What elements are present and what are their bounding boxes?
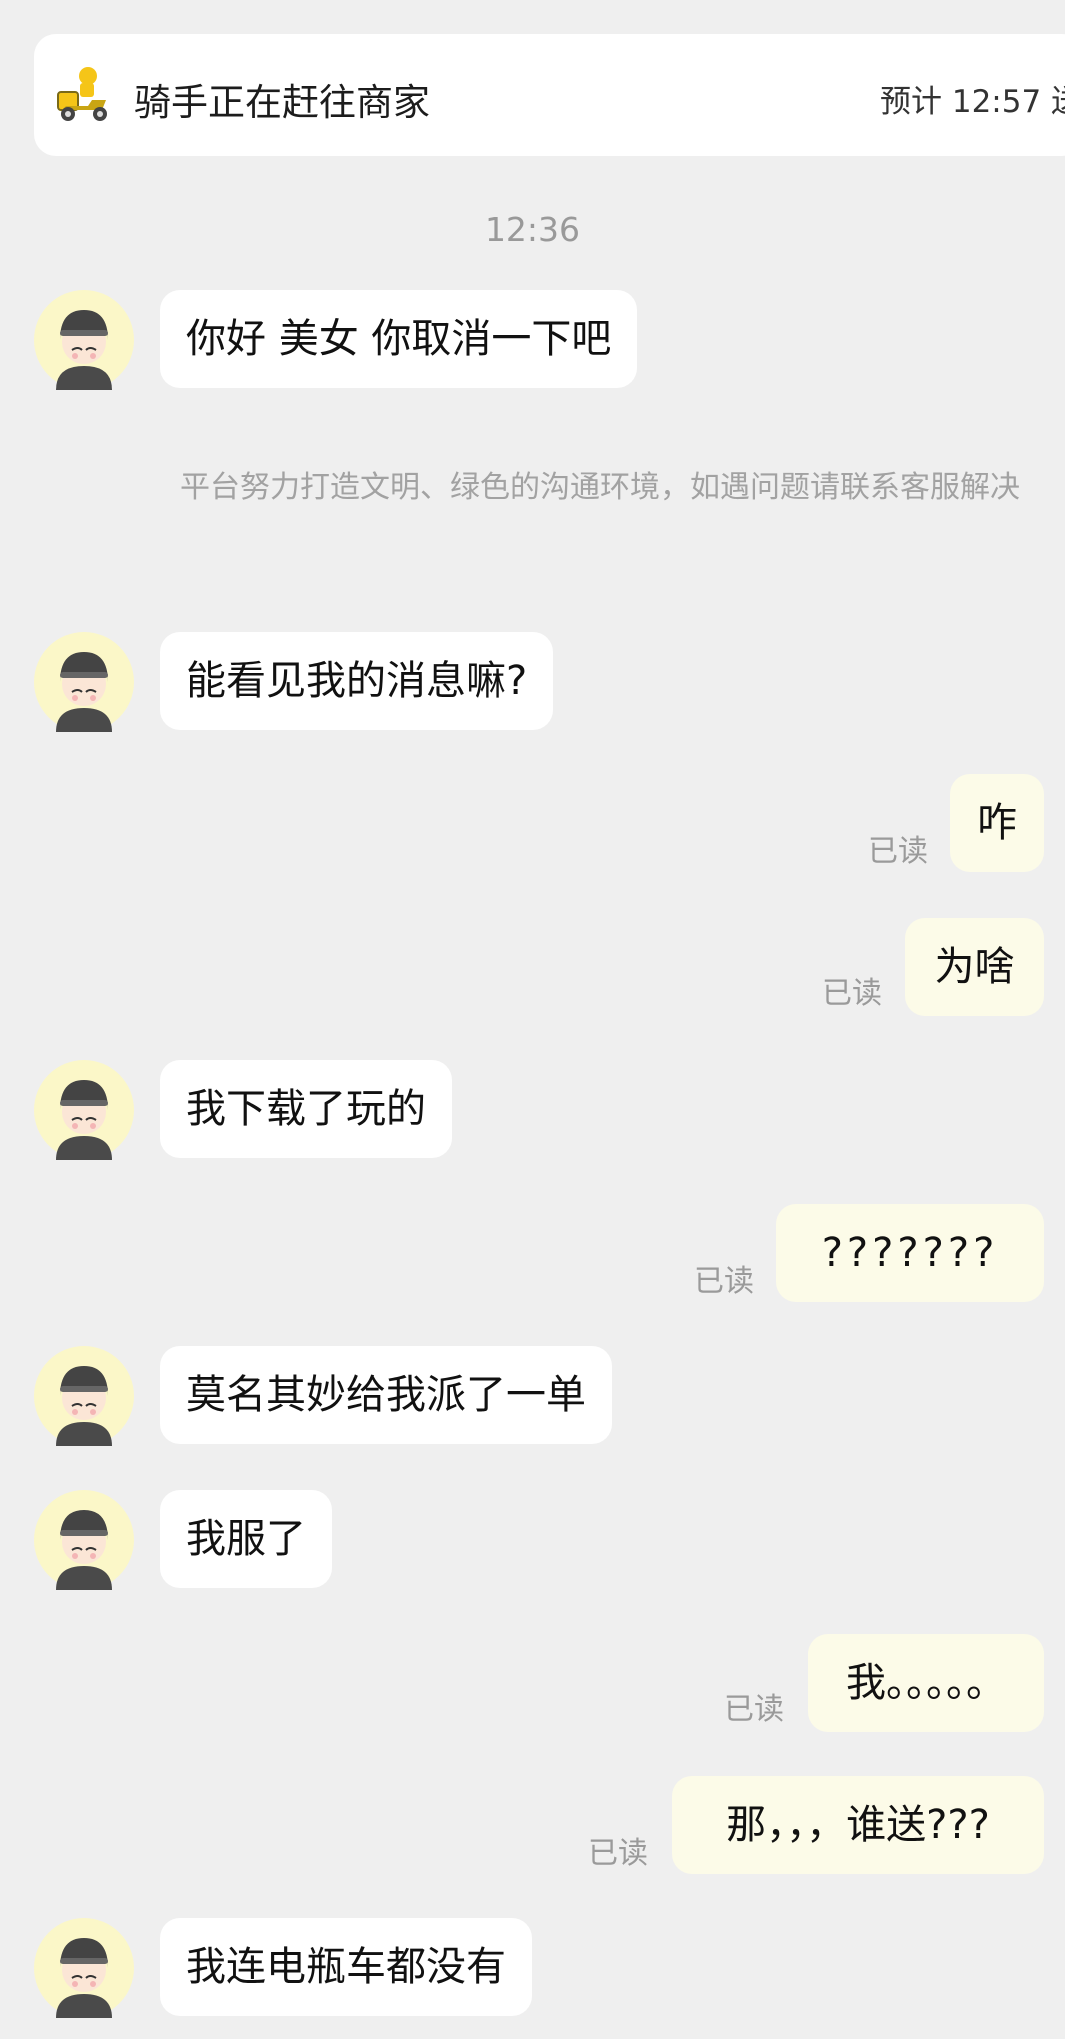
- delivery-eta: 预计 12:57 送: [880, 84, 1065, 120]
- platform-notice: 平台努力打造文明、绿色的沟通环境，如遇问题请联系客服解决: [180, 470, 1020, 505]
- rider-avatar[interactable]: [34, 1918, 134, 2018]
- rider-message: 能看见我的消息嘛?: [160, 632, 554, 730]
- delivery-status-title: 骑手正在赶往商家: [134, 81, 430, 124]
- my-message: ???????: [776, 1204, 1044, 1302]
- read-status: 已读: [694, 1264, 754, 1299]
- rider-avatar[interactable]: [34, 632, 134, 732]
- rider-scooter-icon: [57, 67, 107, 121]
- read-status: 已读: [822, 976, 882, 1011]
- read-status: 已读: [868, 834, 928, 869]
- my-message: 为啥: [905, 918, 1044, 1016]
- rider-avatar[interactable]: [34, 1490, 134, 1590]
- my-message: 我。。。。。: [808, 1634, 1044, 1732]
- rider-message: 我下载了玩的: [160, 1060, 452, 1158]
- read-status: 已读: [588, 1836, 648, 1871]
- rider-avatar[interactable]: [34, 1060, 134, 1160]
- my-message: 咋: [950, 774, 1044, 872]
- rider-message: 你好 美女 你取消一下吧: [160, 290, 638, 388]
- delivery-status-bar[interactable]: 骑手正在赶往商家 预计 12:57 送: [34, 34, 1065, 156]
- read-status: 已读: [724, 1692, 784, 1727]
- rider-message: 我服了: [160, 1490, 332, 1588]
- rider-message: 我连电瓶车都没有: [160, 1918, 532, 2016]
- rider-avatar[interactable]: [34, 290, 134, 390]
- rider-message: 莫名其妙给我派了一单: [160, 1346, 612, 1444]
- rider-avatar[interactable]: [34, 1346, 134, 1446]
- chat-timestamp: 12:36: [484, 210, 581, 249]
- my-message: 那，，，谁送???: [672, 1776, 1044, 1874]
